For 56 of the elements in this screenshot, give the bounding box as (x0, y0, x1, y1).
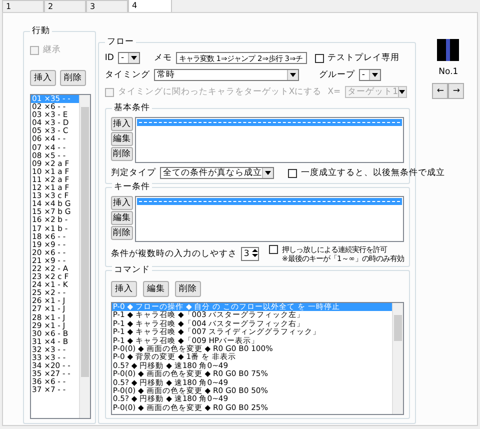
field-label: 条件が複数時の入力のしやすさ (110, 248, 237, 260)
group-title: 行動 (30, 26, 52, 37)
character-thumbnail-icon (437, 39, 460, 61)
dropdown-arrow-icon[interactable] (262, 168, 273, 178)
number-label: No.1 (438, 67, 458, 77)
checkbox[interactable] (268, 245, 278, 254)
command-button[interactable]: 編集 (142, 281, 169, 297)
checkbox-label: 一度成立すると、以後無条件で成立 (300, 167, 445, 179)
condition-list[interactable] (134, 196, 404, 242)
field-label: グループ (318, 69, 355, 81)
field-label: 判定タイプ (110, 167, 156, 179)
target-dropdown: ターゲット1 (344, 86, 407, 98)
timing-dropdown[interactable]: 常時 (154, 69, 299, 81)
checkbox[interactable] (288, 168, 297, 178)
id-dropdown[interactable]: - (118, 52, 140, 64)
judge-dropdown[interactable]: 全ての条件が真なら成立 (160, 167, 274, 179)
spin-field[interactable]: 3 (240, 247, 259, 261)
condition-button[interactable]: 編集 (110, 211, 133, 225)
checkbox-label: テストプレイ専用 (328, 52, 400, 64)
arrow-button[interactable]: → (448, 83, 464, 99)
command-button[interactable]: 挿入 (110, 281, 137, 297)
dropdown-arrow-icon[interactable] (286, 70, 298, 80)
checkbox[interactable] (314, 54, 324, 62)
condition-row[interactable] (136, 198, 402, 205)
checkbox-label: 継承 (43, 44, 61, 56)
condition-button[interactable]: 削除 (110, 147, 133, 161)
list-button[interactable]: 挿入 (30, 70, 56, 86)
field-label: メモ (154, 52, 172, 64)
scrollbar[interactable] (78, 95, 90, 418)
group-title: コマンド (112, 265, 152, 276)
condition-button[interactable]: 編集 (110, 132, 133, 146)
arrow-button[interactable]: ← (432, 83, 448, 99)
condition-button[interactable]: 挿入 (110, 196, 133, 210)
tab[interactable]: 4 (128, 0, 172, 12)
condition-button[interactable]: 削除 (110, 226, 133, 240)
condition-list[interactable] (134, 117, 404, 163)
dropdown-arrow-icon[interactable] (128, 53, 139, 63)
scrollbar[interactable] (392, 303, 403, 414)
group-title: フロー (104, 37, 136, 48)
list-button[interactable]: 削除 (60, 70, 86, 86)
tab[interactable]: 3 (86, 0, 128, 12)
field-label: ID (104, 53, 114, 63)
condition-button[interactable]: 挿入 (110, 117, 133, 131)
tab[interactable]: 2 (44, 0, 86, 12)
field-label: タイミング (104, 69, 150, 81)
command-button[interactable]: 削除 (174, 281, 201, 297)
tab[interactable]: 1 (2, 0, 44, 12)
group-title: 基本条件 (112, 103, 152, 114)
condition-row[interactable] (136, 119, 402, 126)
group-title: キー条件 (112, 182, 152, 193)
checkbox-label: タイミングに関わったキャラをターゲットXにする (118, 86, 322, 98)
field-label: X= (328, 87, 341, 97)
dropdown-arrow-icon[interactable] (368, 70, 380, 80)
command-list[interactable] (110, 302, 404, 415)
group-dropdown[interactable]: - (358, 69, 381, 81)
action-list[interactable] (30, 94, 91, 419)
